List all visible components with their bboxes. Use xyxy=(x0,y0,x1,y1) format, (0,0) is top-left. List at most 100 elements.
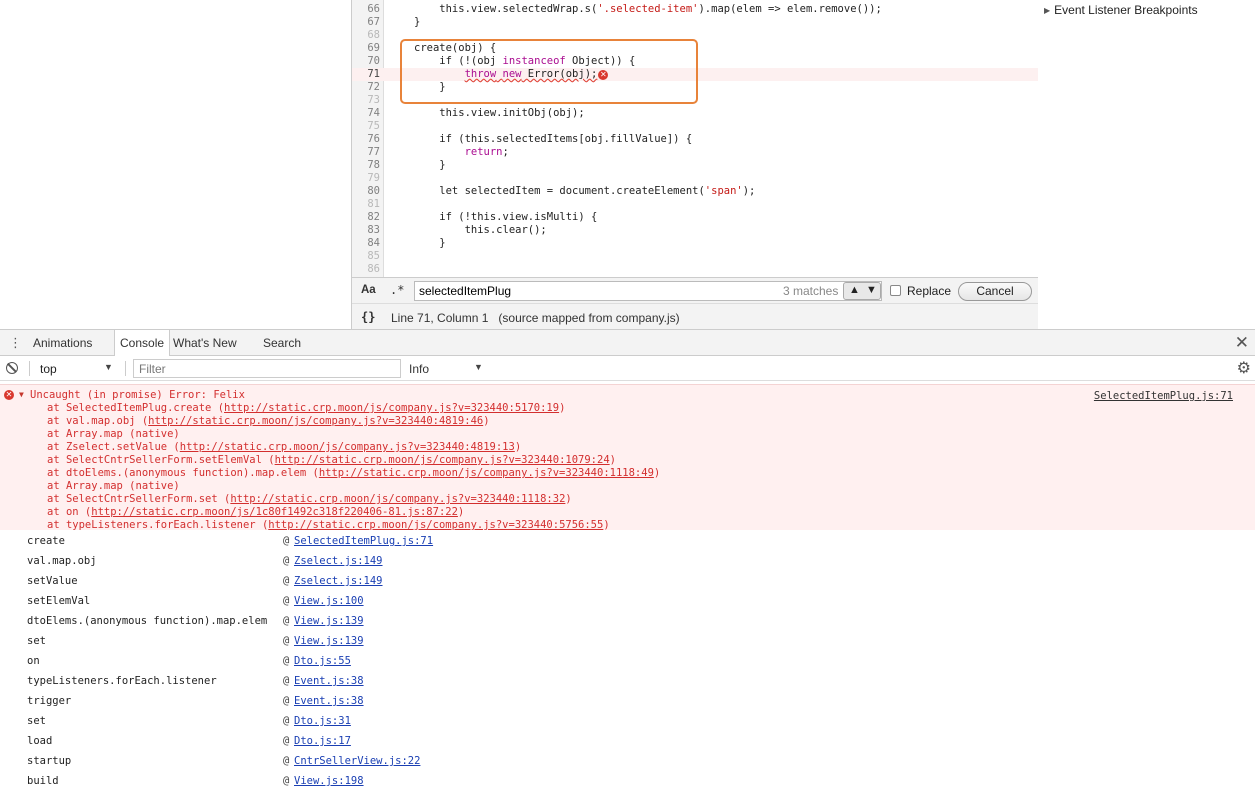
line-number[interactable]: 75 xyxy=(352,120,380,133)
editor-status-bar: {} Line 71, Column 1 (source mapped from… xyxy=(352,303,1038,329)
line-number[interactable]: 77 xyxy=(352,146,380,159)
tab-search[interactable]: Search xyxy=(258,330,306,356)
code-line[interactable]: 78 } xyxy=(352,159,1038,172)
trace-url-link[interactable]: http://static.crp.moon/js/1c80f1492c318f… xyxy=(91,506,458,518)
line-number[interactable]: 83 xyxy=(352,224,380,237)
stack-row: setValue @ Zselect.js:149 xyxy=(0,571,1255,591)
stack-row: setElemVal @ View.js:100 xyxy=(0,591,1255,611)
stack-source-link[interactable]: View.js:198 xyxy=(294,771,364,791)
stack-source-link[interactable]: Dto.js:55 xyxy=(294,651,351,671)
line-number[interactable]: 74 xyxy=(352,107,380,120)
code-line[interactable]: 81 xyxy=(352,198,1038,211)
code-line[interactable]: 80 let selectedItem = document.createEle… xyxy=(352,185,1038,198)
line-number[interactable]: 76 xyxy=(352,133,380,146)
replace-checkbox[interactable] xyxy=(890,285,901,296)
line-number[interactable]: 72 xyxy=(352,81,380,94)
stack-function: val.map.obj xyxy=(27,555,97,567)
line-number[interactable]: 73 xyxy=(352,94,380,107)
trace-url-link[interactable]: http://static.crp.moon/js/company.js?v=3… xyxy=(268,519,603,531)
trace-url-link[interactable]: http://static.crp.moon/js/company.js?v=3… xyxy=(275,454,610,466)
stack-source-link[interactable]: Dto.js:31 xyxy=(294,711,351,731)
trace-url-link[interactable]: http://static.crp.moon/js/company.js?v=3… xyxy=(224,402,559,414)
stack-source-link[interactable]: Zselect.js:149 xyxy=(294,571,383,591)
pretty-print-icon[interactable]: {} xyxy=(361,310,375,324)
error-text: Uncaught (in promise) Error: Felix xyxy=(30,389,245,401)
line-number[interactable]: 69 xyxy=(352,42,380,55)
line-number[interactable]: 66 xyxy=(352,3,380,16)
console-toolbar: top ▼ Info ▼ ⚙ xyxy=(0,356,1255,381)
code-line[interactable]: 85 xyxy=(352,250,1038,263)
trace-url-link[interactable]: http://static.crp.moon/js/company.js?v=3… xyxy=(180,441,515,453)
line-number[interactable]: 78 xyxy=(352,159,380,172)
close-icon[interactable]: ✕ xyxy=(1235,333,1249,353)
at-sign: @ xyxy=(283,575,290,587)
chevron-up-icon[interactable]: ▲ xyxy=(849,284,860,296)
line-number[interactable]: 67 xyxy=(352,16,380,29)
at-sign: @ xyxy=(283,755,290,767)
line-column: Line 71, Column 1 xyxy=(391,311,489,325)
expand-triangle-icon[interactable]: ▼ xyxy=(19,390,24,399)
code-editor: 66 this.view.selectedWrap.s('.selected-i… xyxy=(352,0,1038,329)
trace-url-link[interactable]: http://static.crp.moon/js/company.js?v=3… xyxy=(319,467,654,479)
line-number[interactable]: 86 xyxy=(352,263,380,276)
code-line[interactable]: 66 this.view.selectedWrap.s('.selected-i… xyxy=(352,3,1038,16)
line-number[interactable]: 70 xyxy=(352,55,380,68)
chevron-down-icon[interactable]: ▼ xyxy=(474,362,483,372)
stack-source-link[interactable]: Dto.js:17 xyxy=(294,731,351,751)
gear-icon[interactable]: ⚙ xyxy=(1237,358,1251,378)
at-sign: @ xyxy=(283,555,290,567)
stack-source-link[interactable]: SelectedItemPlug.js:71 xyxy=(294,531,433,551)
event-listener-breakpoints[interactable]: ▶ Event Listener Breakpoints xyxy=(1044,3,1198,17)
trace-url-link[interactable]: http://static.crp.moon/js/company.js?v=3… xyxy=(148,415,483,427)
line-number[interactable]: 81 xyxy=(352,198,380,211)
line-number[interactable]: 80 xyxy=(352,185,380,198)
stack-source-link[interactable]: View.js:139 xyxy=(294,611,364,631)
log-level-select[interactable]: Info xyxy=(409,362,429,376)
code-line[interactable]: 77 return; xyxy=(352,146,1038,159)
context-select[interactable]: top xyxy=(40,362,57,376)
at-sign: @ xyxy=(283,735,290,747)
chevron-down-icon[interactable]: ▼ xyxy=(104,362,113,372)
chevron-down-icon[interactable]: ▼ xyxy=(866,284,877,296)
error-message[interactable]: ✕ ▼ Uncaught (in promise) Error: Felix S… xyxy=(0,384,1255,531)
clear-console-icon[interactable] xyxy=(6,362,18,374)
at-sign: @ xyxy=(283,715,290,727)
code-text: this.view.initObj(obj); xyxy=(414,107,585,119)
stack-source-link[interactable]: Zselect.js:149 xyxy=(294,551,383,571)
code-line[interactable]: 74 this.view.initObj(obj); xyxy=(352,107,1038,120)
code-text: } xyxy=(414,237,446,249)
regex-toggle[interactable]: .* xyxy=(390,283,404,297)
line-number[interactable]: 79 xyxy=(352,172,380,185)
stack-source-link[interactable]: Event.js:38 xyxy=(294,671,364,691)
code-line[interactable]: 79 xyxy=(352,172,1038,185)
stack-source-link[interactable]: CntrSellerView.js:22 xyxy=(294,751,420,771)
line-number[interactable]: 84 xyxy=(352,237,380,250)
filter-input[interactable] xyxy=(133,359,401,378)
line-number[interactable]: 85 xyxy=(352,250,380,263)
code-line[interactable]: 67} xyxy=(352,16,1038,29)
line-number[interactable]: 82 xyxy=(352,211,380,224)
match-case-toggle[interactable]: Aa xyxy=(361,284,376,296)
code-line[interactable]: 83 this.clear(); xyxy=(352,224,1038,237)
tab-animations[interactable]: Animations xyxy=(28,330,97,356)
code-line[interactable]: 76 if (this.selectedItems[obj.fillValue]… xyxy=(352,133,1038,146)
stack-source-link[interactable]: View.js:139 xyxy=(294,631,364,651)
tab-whats-new[interactable]: What's New xyxy=(168,330,242,356)
code-line[interactable]: 84 } xyxy=(352,237,1038,250)
code-line[interactable]: 75 xyxy=(352,120,1038,133)
stack-source-link[interactable]: Event.js:38 xyxy=(294,691,364,711)
error-source-link[interactable]: SelectedItemPlug.js:71 xyxy=(1094,390,1233,402)
code-line[interactable]: 82 if (!this.view.isMulti) { xyxy=(352,211,1038,224)
line-number[interactable]: 71 xyxy=(352,68,380,81)
code-line[interactable]: 86 xyxy=(352,263,1038,276)
code-text: return; xyxy=(464,146,509,158)
stack-function: load xyxy=(27,735,53,747)
stack-source-link[interactable]: View.js:100 xyxy=(294,591,364,611)
tab-console[interactable]: Console xyxy=(114,330,171,357)
trace-line: at val.map.obj (http://static.crp.moon/j… xyxy=(47,415,490,427)
line-number[interactable]: 68 xyxy=(352,29,380,42)
at-sign: @ xyxy=(283,775,290,787)
cancel-button[interactable]: Cancel xyxy=(958,282,1032,301)
more-menu-icon[interactable]: ⋮ xyxy=(9,335,22,351)
trace-url-link[interactable]: http://static.crp.moon/js/company.js?v=3… xyxy=(230,493,565,505)
